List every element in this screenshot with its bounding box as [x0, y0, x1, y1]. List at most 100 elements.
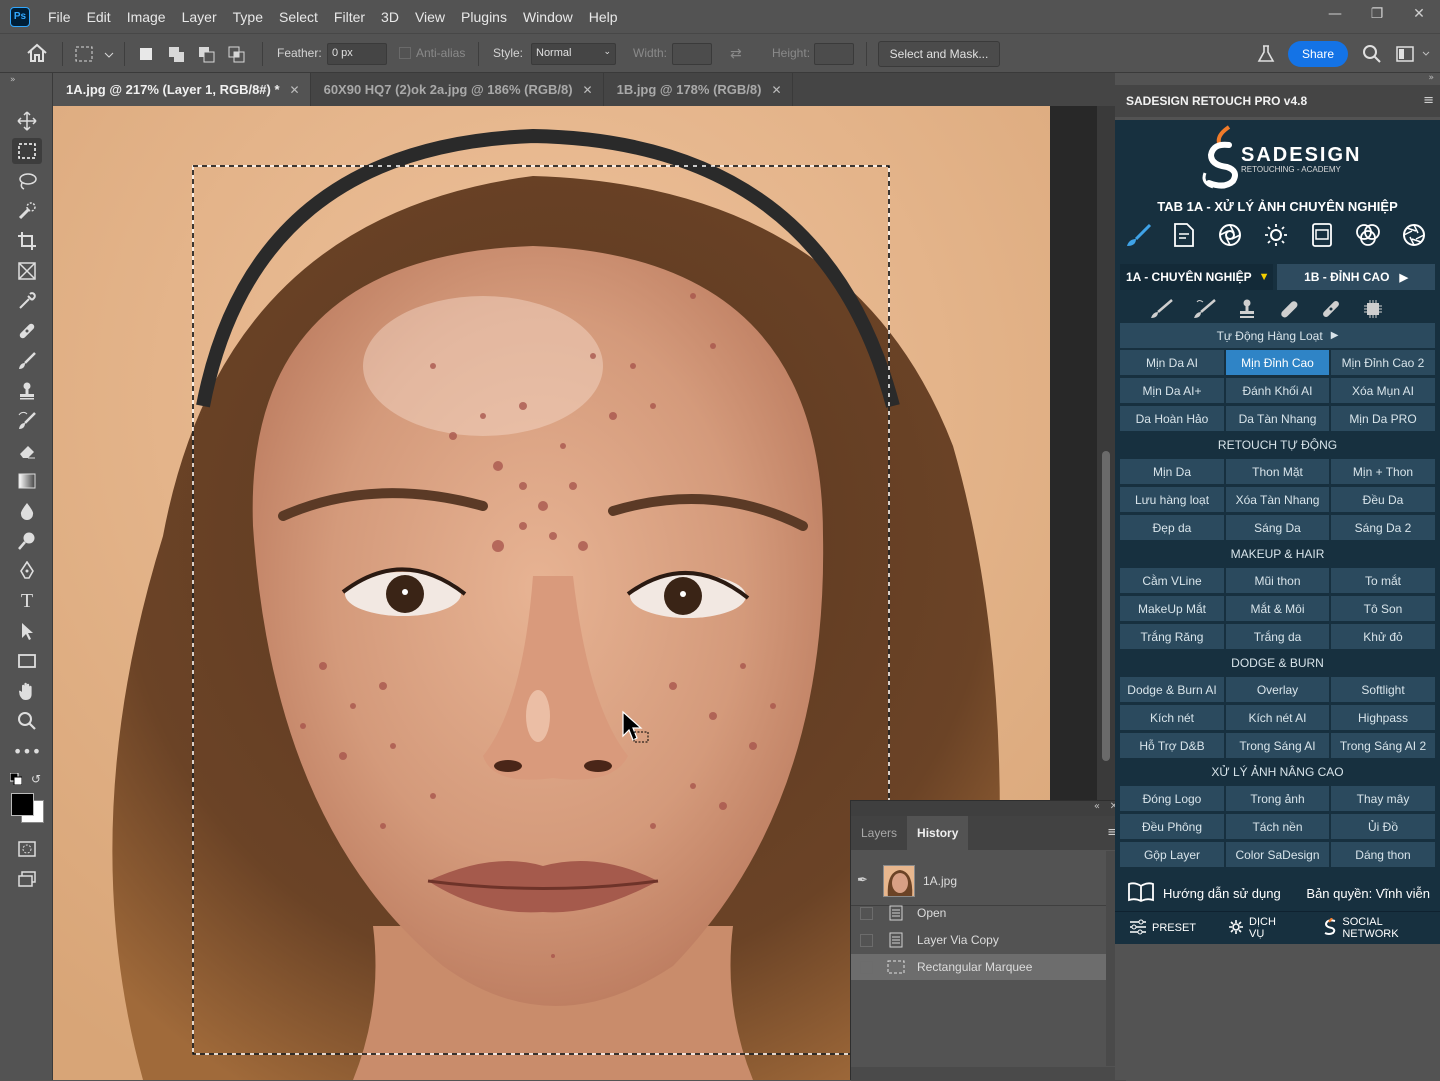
- doc-tab-1b[interactable]: 1B.jpg @ 178% (RGB/8) ✕: [604, 73, 793, 106]
- btn-da-tan-nhang[interactable]: Da Tàn Nhang: [1226, 406, 1329, 431]
- btn-min-da-pro[interactable]: Mịn Da PRO: [1331, 406, 1435, 431]
- document-edit-icon[interactable]: [1161, 220, 1207, 250]
- color-circles-icon[interactable]: [1345, 220, 1391, 250]
- btn-dang-thon[interactable]: Dáng thon: [1331, 842, 1435, 867]
- intersect-selection-icon[interactable]: [228, 46, 246, 67]
- btn-kich-net-ai[interactable]: Kích nét AI: [1226, 705, 1329, 730]
- close-icon[interactable]: ✕: [1398, 0, 1440, 28]
- share-button[interactable]: Share: [1288, 41, 1348, 67]
- menu-3d[interactable]: 3D: [381, 9, 399, 25]
- social-network-button[interactable]: SOCIAL NETWORK: [1323, 916, 1440, 940]
- btn-sang-da-2[interactable]: Sáng Da 2: [1331, 515, 1435, 540]
- close-tab-icon[interactable]: ✕: [583, 83, 593, 97]
- shutter-icon[interactable]: [1391, 220, 1437, 250]
- rectangle-tool-icon[interactable]: [12, 648, 42, 674]
- blur-tool-icon[interactable]: [12, 498, 42, 524]
- expand-panel-icon[interactable]: »: [1428, 73, 1434, 83]
- minimize-icon[interactable]: —: [1314, 0, 1356, 28]
- move-tool-icon[interactable]: [12, 108, 42, 134]
- beaker-icon[interactable]: [1256, 44, 1276, 67]
- menu-edit[interactable]: Edit: [87, 9, 111, 25]
- btn-min-da[interactable]: Mịn Da: [1120, 459, 1224, 484]
- tab-layers[interactable]: Layers: [851, 816, 907, 850]
- btn-to-son[interactable]: Tô Son: [1331, 596, 1435, 621]
- subtab-1b[interactable]: 1B - ĐỈNH CAO ▶: [1277, 264, 1435, 290]
- more-tools-icon[interactable]: •••: [12, 738, 42, 764]
- history-checkbox[interactable]: [860, 960, 873, 974]
- select-and-mask-button[interactable]: Select and Mask...: [878, 41, 1000, 67]
- quick-mask-icon[interactable]: [12, 836, 42, 862]
- menu-help[interactable]: Help: [589, 9, 618, 25]
- btn-thon-mat[interactable]: Thon Mặt: [1226, 459, 1329, 484]
- bandage-small-icon[interactable]: [1269, 294, 1309, 324]
- btn-thay-may[interactable]: Thay mây: [1331, 786, 1435, 811]
- btn-tach-nen[interactable]: Tách nền: [1226, 814, 1329, 839]
- btn-min-dinh-cao[interactable]: Mịn Đỉnh Cao: [1226, 350, 1329, 375]
- path-selection-tool-icon[interactable]: [12, 618, 42, 644]
- new-selection-icon[interactable]: [138, 46, 154, 65]
- subtab-1a[interactable]: 1A - CHUYÊN NGHIỆP ▼: [1120, 264, 1273, 290]
- btn-xoa-tan-nhang[interactable]: Xóa Tàn Nhang: [1226, 487, 1329, 512]
- collapse-panel-icon[interactable]: «: [1094, 801, 1100, 812]
- pen-tool-icon[interactable]: [12, 558, 42, 584]
- history-step-rectangular-marquee[interactable]: Rectangular Marquee: [851, 954, 1106, 980]
- collapse-icon[interactable]: »: [10, 75, 16, 85]
- workspace-icon[interactable]: [1396, 45, 1430, 66]
- close-tab-icon[interactable]: ✕: [771, 83, 781, 97]
- auto-batch-button[interactable]: Tự Động Hàng Loạt ▶: [1120, 323, 1435, 348]
- feather-input[interactable]: 0 px: [327, 43, 387, 65]
- btn-luu-hang-loat[interactable]: Lưu hàng loạt: [1120, 487, 1224, 512]
- doc-tab-1a[interactable]: 1A.jpg @ 217% (Layer 1, RGB/8#) * ✕: [53, 73, 311, 106]
- menu-file[interactable]: File: [48, 9, 71, 25]
- menu-view[interactable]: View: [415, 9, 445, 25]
- menu-image[interactable]: Image: [127, 9, 166, 25]
- btn-ui-do[interactable]: Ủi Đồ: [1331, 814, 1435, 839]
- btn-mat-moi[interactable]: Mắt & Môi: [1226, 596, 1329, 621]
- menu-layer[interactable]: Layer: [182, 9, 217, 25]
- menu-plugins[interactable]: Plugins: [461, 9, 507, 25]
- foreground-color-swatch[interactable]: [11, 793, 34, 816]
- btn-trong-sang-ai-2[interactable]: Trong Sáng AI 2: [1331, 733, 1435, 758]
- history-step-open[interactable]: Open: [851, 900, 1106, 926]
- btn-min-dinh-cao-2[interactable]: Mịn Đỉnh Cao 2: [1331, 350, 1435, 375]
- btn-highpass[interactable]: Highpass: [1331, 705, 1435, 730]
- menu-type[interactable]: Type: [233, 9, 263, 25]
- history-brush-small-icon[interactable]: [1185, 294, 1225, 324]
- btn-dodge-burn-ai[interactable]: Dodge & Burn AI: [1120, 677, 1224, 702]
- panel-menu-icon[interactable]: ≡: [1423, 93, 1434, 108]
- btn-deu-phong[interactable]: Đều Phông: [1120, 814, 1224, 839]
- btn-deu-da[interactable]: Đều Da: [1331, 487, 1435, 512]
- history-step-layer-via-copy[interactable]: Layer Via Copy: [851, 927, 1106, 953]
- marquee-tool-preset-icon[interactable]: [74, 44, 114, 67]
- btn-sang-da[interactable]: Sáng Da: [1226, 515, 1329, 540]
- btn-min-da-ai[interactable]: Mịn Da AI: [1120, 350, 1224, 375]
- add-to-selection-icon[interactable]: [168, 46, 186, 67]
- menu-select[interactable]: Select: [279, 9, 318, 25]
- eyedropper-tool-icon[interactable]: [12, 288, 42, 314]
- brush-tool-small-icon[interactable]: [1142, 294, 1182, 324]
- swap-icon[interactable]: ⇄: [730, 46, 742, 62]
- btn-softlight[interactable]: Softlight: [1331, 677, 1435, 702]
- subtract-from-selection-icon[interactable]: [198, 46, 216, 67]
- gradient-tool-icon[interactable]: [12, 468, 42, 494]
- antialias-checkbox[interactable]: [399, 47, 411, 59]
- healing-brush-tool-icon[interactable]: [12, 318, 42, 344]
- healing-small-icon[interactable]: [1311, 294, 1351, 324]
- frame-tool-icon[interactable]: [12, 258, 42, 284]
- height-input[interactable]: [814, 43, 854, 65]
- menu-filter[interactable]: Filter: [334, 9, 365, 25]
- btn-overlay[interactable]: Overlay: [1226, 677, 1329, 702]
- btn-da-hoan-hao[interactable]: Da Hoàn Hảo: [1120, 406, 1224, 431]
- width-input[interactable]: [672, 43, 712, 65]
- default-colors-icon[interactable]: [9, 772, 23, 788]
- zoom-tool-icon[interactable]: [12, 708, 42, 734]
- swap-colors-icon[interactable]: ↺: [31, 772, 41, 786]
- brush-tool-icon[interactable]: [12, 348, 42, 374]
- history-snapshot[interactable]: ✒ 1A.jpg: [851, 856, 1106, 906]
- btn-trong-sang-ai[interactable]: Trong Sáng AI: [1226, 733, 1329, 758]
- style-select[interactable]: Normal ⌄: [531, 43, 616, 65]
- history-brush-source-icon[interactable]: ✒: [857, 873, 875, 888]
- btn-min-thon[interactable]: Mịn + Thon: [1331, 459, 1435, 484]
- crop-tool-icon[interactable]: [12, 228, 42, 254]
- aperture-icon[interactable]: [1207, 220, 1253, 250]
